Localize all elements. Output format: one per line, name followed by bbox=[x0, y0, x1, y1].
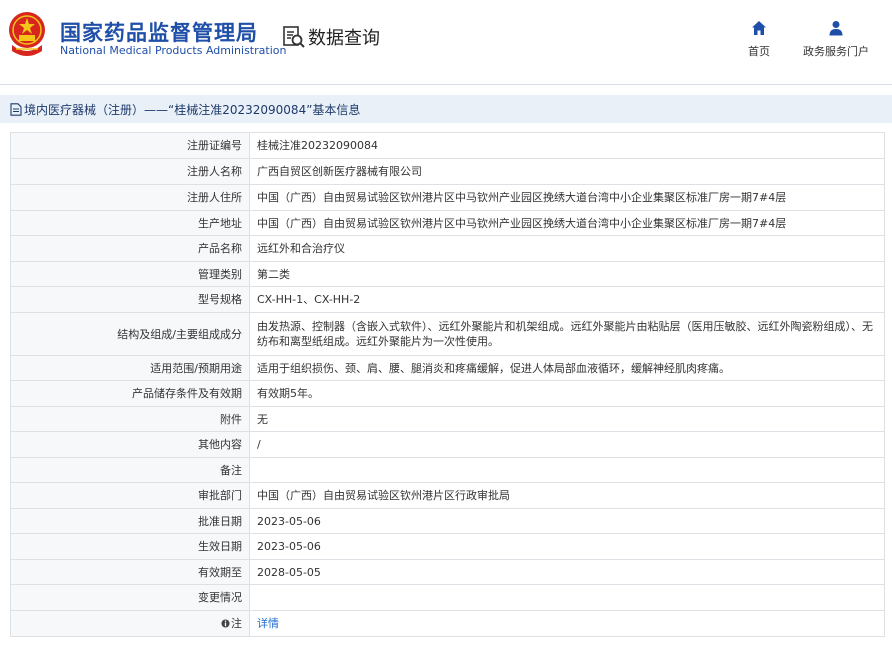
table-row: 注册人名称 广西自贸区创新医疗器械有限公司 bbox=[10, 158, 885, 185]
table-row: 适用范围/预期用途 适用于组织损伤、颈、肩、腰、腿消炎和疼痛缓解，促进人体局部血液… bbox=[10, 355, 885, 381]
table-row: 结构及组成/主要组成成分 由发热源、控制器（含嵌入式软件）、远红外聚能片和机架组成… bbox=[10, 312, 885, 356]
nav-home[interactable]: 首页 bbox=[748, 20, 770, 59]
national-emblem-icon bbox=[9, 12, 45, 56]
table-row: 附件无 bbox=[10, 406, 885, 432]
row-label: 产品储存条件及有效期 bbox=[10, 380, 250, 407]
brand-title-en: National Medical Products Administration bbox=[60, 44, 287, 57]
row-value: 桂械注准20232090084 bbox=[249, 132, 885, 159]
row-label: 变更情况 bbox=[10, 584, 250, 611]
table-row: 产品储存条件及有效期 有效期5年。 bbox=[10, 380, 885, 407]
row-value: 有效期5年。 bbox=[249, 380, 885, 407]
row-label: 管理类别 bbox=[10, 261, 250, 287]
row-value: 2028-05-05 bbox=[249, 559, 885, 585]
row-label: 注册人住所 bbox=[10, 184, 250, 211]
row-label: 生效日期 bbox=[10, 533, 250, 560]
table-row: 变更情况 bbox=[10, 584, 885, 611]
search-document-icon bbox=[283, 26, 305, 48]
row-label: 适用范围/预期用途 bbox=[10, 355, 250, 381]
site-header: 国家药品监督管理局 National Medical Products Admi… bbox=[0, 0, 892, 85]
row-value: 第二类 bbox=[249, 261, 885, 287]
row-value: 远红外和合治疗仪 bbox=[249, 235, 885, 262]
row-label-note: 注 bbox=[10, 610, 250, 637]
user-icon bbox=[829, 21, 843, 36]
row-value: 2023-05-06 bbox=[249, 533, 885, 560]
table-row: 产品名称 远红外和合治疗仪 bbox=[10, 235, 885, 262]
row-label: 生产地址 bbox=[10, 210, 250, 236]
row-label: 批准日期 bbox=[10, 508, 250, 534]
row-label: 其他内容 bbox=[10, 431, 250, 458]
table-row: 管理类别 第二类 bbox=[10, 261, 885, 287]
row-value: 无 bbox=[249, 406, 885, 432]
row-label: 型号规格 bbox=[10, 286, 250, 313]
registration-info-table: 注册证编号 桂械注准20232090084 注册人名称 广西自贸区创新医疗器械有限公… bbox=[10, 132, 885, 637]
table-row: 生产地址 中国（广西）自由贸易试验区钦州港片区中马钦州产业园区挽绣大道台湾中小企业… bbox=[10, 210, 885, 236]
row-label: 注册人名称 bbox=[10, 158, 250, 185]
row-value: 适用于组织损伤、颈、肩、腰、腿消炎和疼痛缓解，促进人体局部血液循环，缓解神经肌肉… bbox=[249, 355, 885, 381]
row-label: 有效期至 bbox=[10, 559, 250, 585]
row-label: 备注 bbox=[10, 457, 250, 483]
breadcrumb-text: 境内医疗器械（注册）——“桂械注准20232090084”基本信息 bbox=[24, 102, 361, 117]
row-label: 注册证编号 bbox=[10, 132, 250, 159]
nav-home-label: 首页 bbox=[748, 45, 770, 58]
table-row: 注册人住所 中国（广西）自由贸易试验区钦州港片区中马钦州产业园区挽绣大道台湾中小企… bbox=[10, 184, 885, 211]
table-row: 生效日期 2023-05-06 bbox=[10, 533, 885, 560]
info-icon bbox=[221, 619, 230, 628]
row-label: 产品名称 bbox=[10, 235, 250, 262]
row-value: 中国（广西）自由贸易试验区钦州港片区中马钦州产业园区挽绣大道台湾中小企业集聚区标… bbox=[249, 210, 885, 236]
nav-gov-service-portal[interactable]: 政务服务门户 bbox=[803, 20, 869, 59]
row-value: / bbox=[249, 431, 885, 458]
row-value: CX-HH-1、CX-HH-2 bbox=[249, 286, 885, 313]
nav-portal-label: 政务服务门户 bbox=[803, 45, 869, 58]
note-label: 注 bbox=[231, 617, 242, 630]
row-label: 审批部门 bbox=[10, 482, 250, 509]
table-row: 批准日期 2023-05-06 bbox=[10, 508, 885, 534]
table-row: 注册证编号 桂械注准20232090084 bbox=[10, 132, 885, 159]
table-row: 备注 bbox=[10, 457, 885, 483]
breadcrumb: 境内医疗器械（注册）——“桂械注准20232090084”基本信息 bbox=[0, 95, 892, 123]
table-row: 其他内容 / bbox=[10, 431, 885, 458]
row-value: 由发热源、控制器（含嵌入式软件）、远红外聚能片和机架组成。远红外聚能片由粘贴层（… bbox=[249, 312, 885, 356]
row-label: 结构及组成/主要组成成分 bbox=[10, 312, 250, 356]
row-value bbox=[249, 584, 885, 611]
brand-title-cn: 国家药品监督管理局 bbox=[60, 21, 258, 45]
table-row: 有效期至 2028-05-05 bbox=[10, 559, 885, 585]
details-link[interactable]: 详情 bbox=[257, 617, 279, 630]
row-label: 附件 bbox=[10, 406, 250, 432]
query-title-text: 数据查询 bbox=[308, 28, 380, 49]
row-value: 广西自贸区创新医疗器械有限公司 bbox=[249, 158, 885, 185]
table-row: 注 详情 bbox=[10, 610, 885, 637]
document-icon bbox=[10, 102, 22, 116]
row-value bbox=[249, 457, 885, 483]
row-value: 中国（广西）自由贸易试验区钦州港片区中马钦州产业园区挽绣大道台湾中小企业集聚区标… bbox=[249, 184, 885, 211]
row-value: 中国（广西）自由贸易试验区钦州港片区行政审批局 bbox=[249, 482, 885, 509]
row-value: 详情 bbox=[249, 610, 885, 637]
data-query-title: 数据查询 bbox=[282, 24, 380, 50]
table-row: 型号规格 CX-HH-1、CX-HH-2 bbox=[10, 286, 885, 313]
home-icon bbox=[752, 21, 766, 35]
row-value: 2023-05-06 bbox=[249, 508, 885, 534]
table-row: 审批部门 中国（广西）自由贸易试验区钦州港片区行政审批局 bbox=[10, 482, 885, 509]
